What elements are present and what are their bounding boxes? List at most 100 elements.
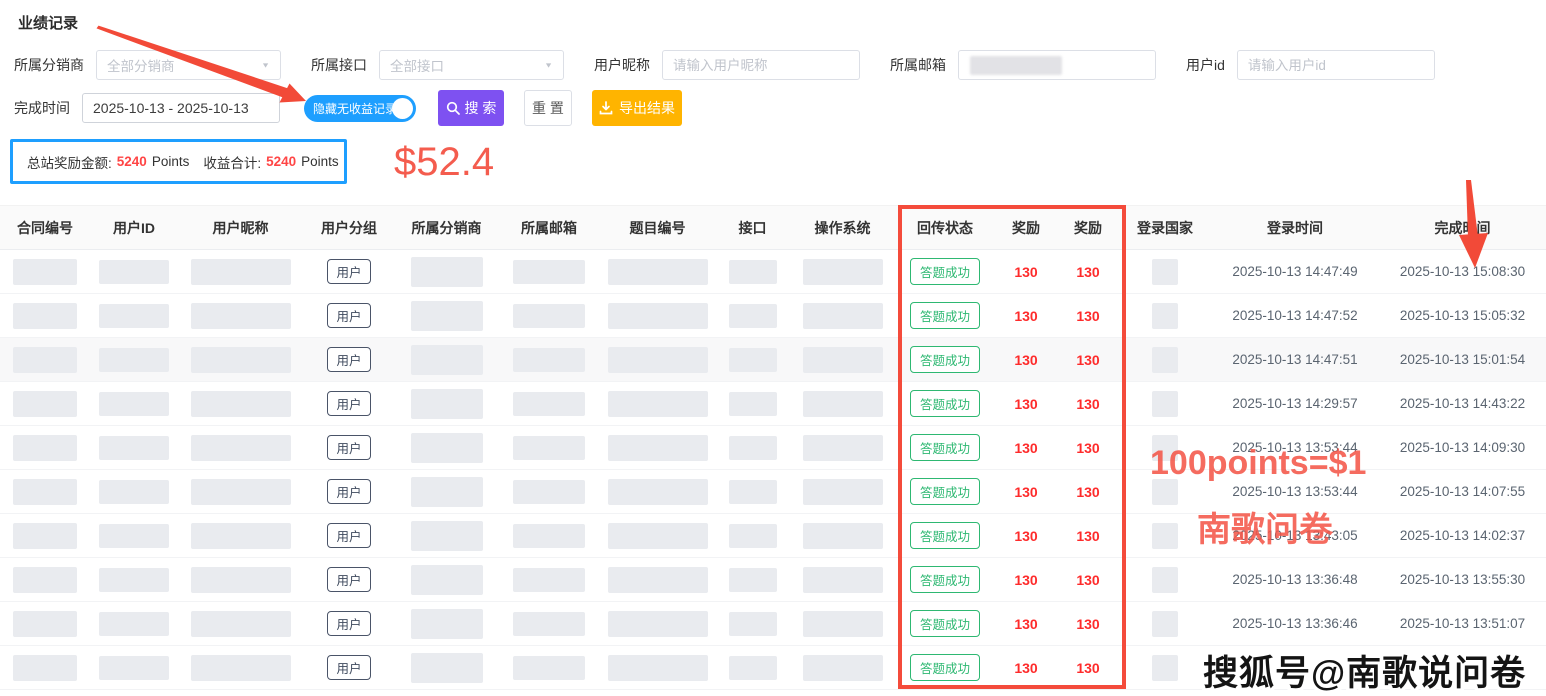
redacted-value: [608, 303, 708, 329]
page-title: 业绩记录: [18, 12, 78, 33]
reward-value: 130: [1076, 352, 1099, 368]
column-header-6: 所属邮箱: [498, 218, 600, 238]
redacted-cell: [178, 435, 303, 461]
user-group-tag: 用户: [327, 347, 370, 372]
email-input[interactable]: [958, 50, 1156, 80]
redacted-cell: [1119, 391, 1211, 417]
reward-value: 130: [1076, 484, 1099, 500]
reward-cell: 130: [995, 660, 1057, 676]
redacted-value: [99, 348, 169, 372]
table-body: 用户答题成功1301302025-10-13 14:47:492025-10-1…: [0, 250, 1546, 690]
completed-time: 2025-10-13 14:43:22: [1400, 396, 1525, 411]
redacted-cell: [0, 523, 90, 549]
redacted-value: [13, 259, 77, 285]
completed-time-cell: 2025-10-13 14:07:55: [1379, 484, 1546, 499]
download-icon: [599, 101, 613, 115]
distributor-label: 所属分销商: [14, 55, 84, 75]
redacted-cell: [715, 568, 790, 592]
redacted-value: [1152, 347, 1178, 373]
hide-no-income-toggle[interactable]: 隐藏无收益记录: [304, 95, 416, 122]
reward-cell: 130: [1057, 352, 1119, 368]
redacted-cell: [395, 301, 498, 331]
reset-button[interactable]: 重 置: [524, 90, 572, 126]
interface-select[interactable]: 全部接口 ▼: [379, 50, 564, 80]
redacted-value: [99, 304, 169, 328]
status-badge: 答题成功: [910, 346, 980, 373]
redacted-value: [803, 259, 883, 285]
reward-cell: 130: [995, 308, 1057, 324]
table-row: 用户答题成功1301302025-10-13 14:29:572025-10-1…: [0, 382, 1546, 426]
column-header-1: 合同编号: [0, 218, 90, 238]
reward-cell: 130: [995, 440, 1057, 456]
export-button[interactable]: 导出结果: [592, 90, 682, 126]
redacted-value: [1152, 479, 1178, 505]
callback-status-cell: 答题成功: [895, 258, 995, 285]
callback-status-cell: 答题成功: [895, 654, 995, 681]
redacted-value: [1152, 391, 1178, 417]
redacted-cell: [0, 655, 90, 681]
reset-button-label: 重 置: [532, 98, 564, 118]
nickname-filter: 用户昵称: [594, 50, 860, 80]
column-header-8: 接口: [715, 218, 790, 238]
redacted-value: [513, 568, 585, 592]
redacted-cell: [178, 303, 303, 329]
interface-filter: 所属接口 全部接口 ▼: [311, 50, 564, 80]
redacted-value: [99, 568, 169, 592]
redacted-cell: [395, 433, 498, 463]
hide-no-income-toggle-label: 隐藏无收益记录: [313, 100, 397, 117]
table-row: 用户答题成功130130: [0, 646, 1546, 690]
completed-time-filter: 完成时间: [14, 93, 280, 123]
redacted-value: [99, 656, 169, 680]
redacted-value: [803, 567, 883, 593]
chevron-down-icon: ▼: [544, 61, 553, 69]
search-button-label: 搜 索: [465, 98, 497, 118]
reward-value: 130: [1076, 528, 1099, 544]
search-button[interactable]: 搜 索: [438, 90, 504, 126]
redacted-cell: [90, 304, 178, 328]
distributor-select-value: 全部分销商: [107, 55, 175, 75]
redacted-value: [99, 612, 169, 636]
redacted-cell: [178, 567, 303, 593]
redacted-cell: [395, 477, 498, 507]
redacted-value: [513, 392, 585, 416]
redacted-value: [729, 612, 777, 636]
redacted-value: [513, 612, 585, 636]
redacted-value: [513, 436, 585, 460]
redacted-value: [191, 655, 291, 681]
redacted-cell: [790, 611, 895, 637]
redacted-cell: [600, 435, 715, 461]
completed-time-range-input[interactable]: [82, 93, 280, 123]
redacted-value: [729, 260, 777, 284]
redacted-value: [729, 568, 777, 592]
redacted-value: [729, 392, 777, 416]
reward-value: 130: [1076, 660, 1099, 676]
redacted-cell: [178, 655, 303, 681]
column-header-10: 回传状态: [895, 218, 995, 238]
performance-records-page: 业绩记录 所属分销商 全部分销商 ▼ 所属接口 全部接口 ▼ 用户昵称 所属邮箱: [0, 0, 1546, 696]
user-group-cell: 用户: [303, 567, 395, 592]
nickname-input[interactable]: [662, 50, 860, 80]
interface-label: 所属接口: [311, 55, 367, 75]
user-group-cell: 用户: [303, 523, 395, 548]
redacted-value: [803, 435, 883, 461]
redacted-value: [1152, 523, 1178, 549]
login-time: 2025-10-13 14:47:52: [1232, 308, 1357, 323]
reward-value: 130: [1014, 660, 1037, 676]
redacted-value: [13, 479, 77, 505]
distributor-select[interactable]: 全部分销商 ▼: [96, 50, 281, 80]
redacted-value: [1152, 611, 1178, 637]
reward-cell: 130: [995, 352, 1057, 368]
redacted-value: [513, 260, 585, 284]
column-header-14: 登录时间: [1211, 218, 1379, 238]
login-time: 2025-10-13 13:53:44: [1232, 484, 1357, 499]
user-id-input[interactable]: [1237, 50, 1435, 80]
redacted-value: [411, 477, 483, 507]
status-badge: 答题成功: [910, 522, 980, 549]
status-badge: 答题成功: [910, 302, 980, 329]
callback-status-cell: 答题成功: [895, 566, 995, 593]
completed-time-cell: 2025-10-13 15:01:54: [1379, 352, 1546, 367]
user-group-cell: 用户: [303, 479, 395, 504]
redacted-value: [608, 391, 708, 417]
login-time: 2025-10-13 13:36:48: [1232, 572, 1357, 587]
status-badge: 答题成功: [910, 390, 980, 417]
